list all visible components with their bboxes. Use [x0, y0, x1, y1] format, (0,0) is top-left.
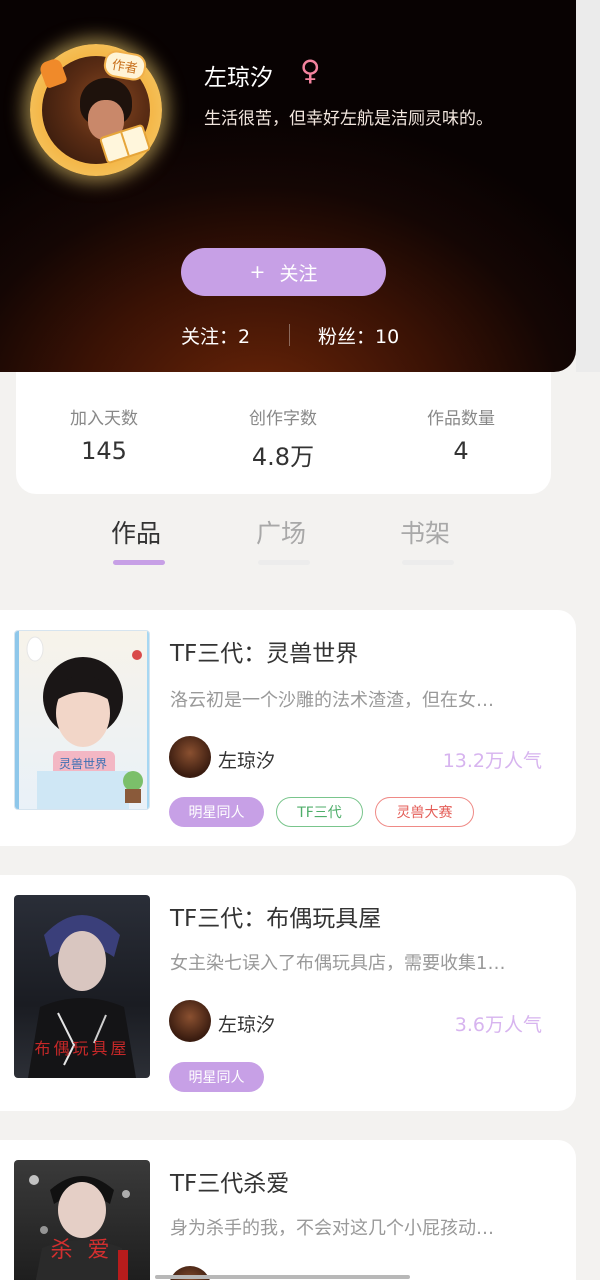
stat-word-count: 创作字数 4.8万: [203, 404, 363, 472]
background-strip: [576, 0, 600, 372]
tab-bookshelf[interactable]: 书架: [400, 514, 450, 550]
author-avatar: [169, 736, 211, 778]
follow-button[interactable]: + 关注: [181, 248, 386, 296]
tab-square-indicator: [258, 560, 310, 565]
work-title[interactable]: TF三代杀爱: [170, 1164, 289, 1198]
cover-title-text: 布偶玩具屋: [34, 1039, 130, 1058]
scroll-indicator: [155, 1275, 410, 1279]
work-card[interactable]: 杀 爱 TF三代杀爱 身为杀手的我，不会对这几个小屁孩动…: [0, 1140, 576, 1280]
stat-label: 加入天数: [70, 409, 138, 429]
stat-label: 作品数量: [427, 409, 495, 429]
follow-button-label: 关注: [279, 262, 318, 285]
user-name: 左琼汐: [204, 65, 273, 91]
popularity-count: 3.6万人气: [454, 1014, 542, 1036]
cover-title-text: 灵兽世界: [58, 757, 107, 771]
author-name: 左琼汐: [218, 1014, 276, 1036]
fans-count[interactable]: 粉丝：10: [318, 322, 399, 349]
work-card[interactable]: 灵兽世界 TF三代：灵兽世界 洛云初是一个沙雕的法术渣渣，但在女… 左琼汐 13…: [0, 610, 576, 846]
work-title[interactable]: TF三代：布偶玩具屋: [170, 899, 381, 933]
tab-works[interactable]: 作品: [111, 514, 161, 550]
stat-value: 145: [81, 437, 127, 465]
tag-star-fanfic[interactable]: 明星同人: [169, 1062, 264, 1092]
stat-join-days: 加入天数 145: [24, 404, 184, 465]
tab-bookshelf-indicator: [402, 560, 454, 565]
stat-label: 创作字数: [249, 409, 317, 429]
tag-tf3[interactable]: TF三代: [276, 797, 363, 827]
tab-square[interactable]: 广场: [256, 514, 306, 550]
tag-beast-contest[interactable]: 灵兽大赛: [375, 797, 474, 827]
female-icon: ♀: [300, 54, 321, 87]
work-cover[interactable]: 杀 爱: [14, 1160, 150, 1280]
work-description: 女主染七误入了布偶玩具店，需要收集1…: [170, 953, 506, 974]
profile-header: 作者 左琼汐 ♀ 生活很苦，但幸好左航是洁厕灵味的。 + 关注 关注：2 粉丝：…: [0, 0, 576, 372]
stats-divider: [289, 324, 290, 346]
popularity-count: 13.2万人气: [442, 750, 542, 772]
user-bio: 生活很苦，但幸好左航是洁厕灵味的。: [204, 109, 493, 129]
cover-art: [15, 631, 149, 809]
author-avatar: [169, 1000, 211, 1042]
work-description: 洛云初是一个沙雕的法术渣渣，但在女…: [170, 690, 494, 711]
stat-work-count: 作品数量 4: [381, 404, 541, 465]
stat-value: 4: [453, 437, 469, 465]
tag-star-fanfic[interactable]: 明星同人: [169, 797, 264, 827]
tab-works-indicator: [113, 560, 165, 565]
stats-card: 加入天数 145 创作字数 4.8万 作品数量 4: [16, 372, 551, 494]
plus-icon: +: [249, 261, 266, 283]
work-card[interactable]: 布偶玩具屋 TF三代：布偶玩具屋 女主染七误入了布偶玩具店，需要收集1… 左琼汐…: [0, 875, 576, 1111]
work-cover[interactable]: 布偶玩具屋: [14, 895, 150, 1078]
author-name: 左琼汐: [218, 750, 276, 772]
following-count[interactable]: 关注：2: [181, 322, 250, 349]
work-description: 身为杀手的我，不会对这几个小屁孩动…: [170, 1218, 494, 1239]
stat-value: 4.8万: [251, 443, 315, 471]
work-cover[interactable]: 灵兽世界: [14, 630, 150, 810]
cover-title-text: 杀 爱: [50, 1238, 114, 1263]
work-title[interactable]: TF三代：灵兽世界: [170, 634, 358, 668]
